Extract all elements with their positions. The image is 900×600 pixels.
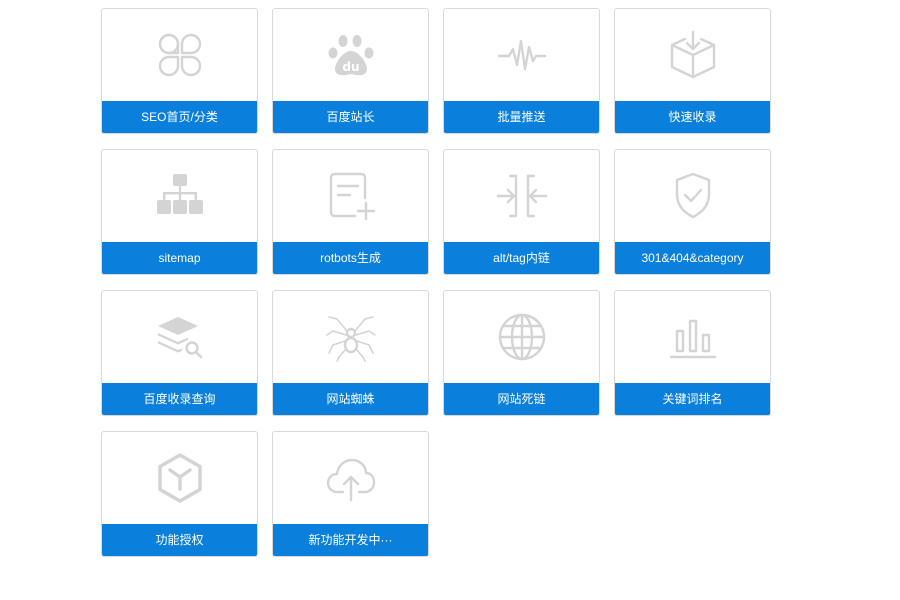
tool-label: 快速收录: [615, 101, 770, 133]
tool-card-feature-authorization[interactable]: 功能授权: [101, 431, 258, 557]
spider-icon: [273, 291, 428, 383]
baidu-paw-icon: du: [273, 9, 428, 101]
clover-icon: [102, 9, 257, 101]
tool-card-new-features-in-development[interactable]: 新功能开发中···: [272, 431, 429, 557]
hex-cube-icon: [102, 432, 257, 524]
tool-card-redirect-404-category[interactable]: 301&404&category: [614, 149, 771, 275]
tool-card-dead-links[interactable]: 网站死链: [443, 290, 600, 416]
sitemap-icon: [102, 150, 257, 242]
cloud-upload-icon: [273, 432, 428, 524]
tool-label: sitemap: [102, 242, 257, 274]
bar-chart-icon: [615, 291, 770, 383]
tool-label: 网站蜘蛛: [273, 383, 428, 415]
box-download-icon: [615, 9, 770, 101]
tool-label: SEO首页/分类: [102, 101, 257, 133]
tool-card-seo-home-category[interactable]: SEO首页/分类: [101, 8, 258, 134]
tool-card-alt-tag-internal-links[interactable]: alt/tag内链: [443, 149, 600, 275]
tool-card-keyword-ranking[interactable]: 关键词排名: [614, 290, 771, 416]
tool-card-site-spider[interactable]: 网站蜘蛛: [272, 290, 429, 416]
shield-check-icon: [615, 150, 770, 242]
tool-card-baidu-index-query[interactable]: 百度收录查询: [101, 290, 258, 416]
tool-label: 网站死链: [444, 383, 599, 415]
globe-icon: [444, 291, 599, 383]
merge-arrows-icon: [444, 150, 599, 242]
pulse-wave-icon: [444, 9, 599, 101]
svg-text:du: du: [342, 60, 359, 74]
tool-label: 百度站长: [273, 101, 428, 133]
tool-card-sitemap[interactable]: sitemap: [101, 149, 258, 275]
tool-label: 301&404&category: [615, 242, 770, 274]
tool-label: 新功能开发中···: [273, 524, 428, 556]
tool-card-fast-indexing[interactable]: 快速收录: [614, 8, 771, 134]
tool-label: 百度收录查询: [102, 383, 257, 415]
tool-label: 关键词排名: [615, 383, 770, 415]
tool-card-batch-push[interactable]: 批量推送: [443, 8, 600, 134]
tool-label: rotbots生成: [273, 242, 428, 274]
tool-label: alt/tag内链: [444, 242, 599, 274]
tool-card-robots-generator[interactable]: rotbots生成: [272, 149, 429, 275]
tool-label: 批量推送: [444, 101, 599, 133]
tool-label: 功能授权: [102, 524, 257, 556]
tool-grid: SEO首页/分类 du 百度站长 批量推送 快速收录 sitemap rotbo…: [101, 8, 771, 557]
layers-search-icon: [102, 291, 257, 383]
document-add-icon: [273, 150, 428, 242]
tool-card-baidu-webmaster[interactable]: du 百度站长: [272, 8, 429, 134]
